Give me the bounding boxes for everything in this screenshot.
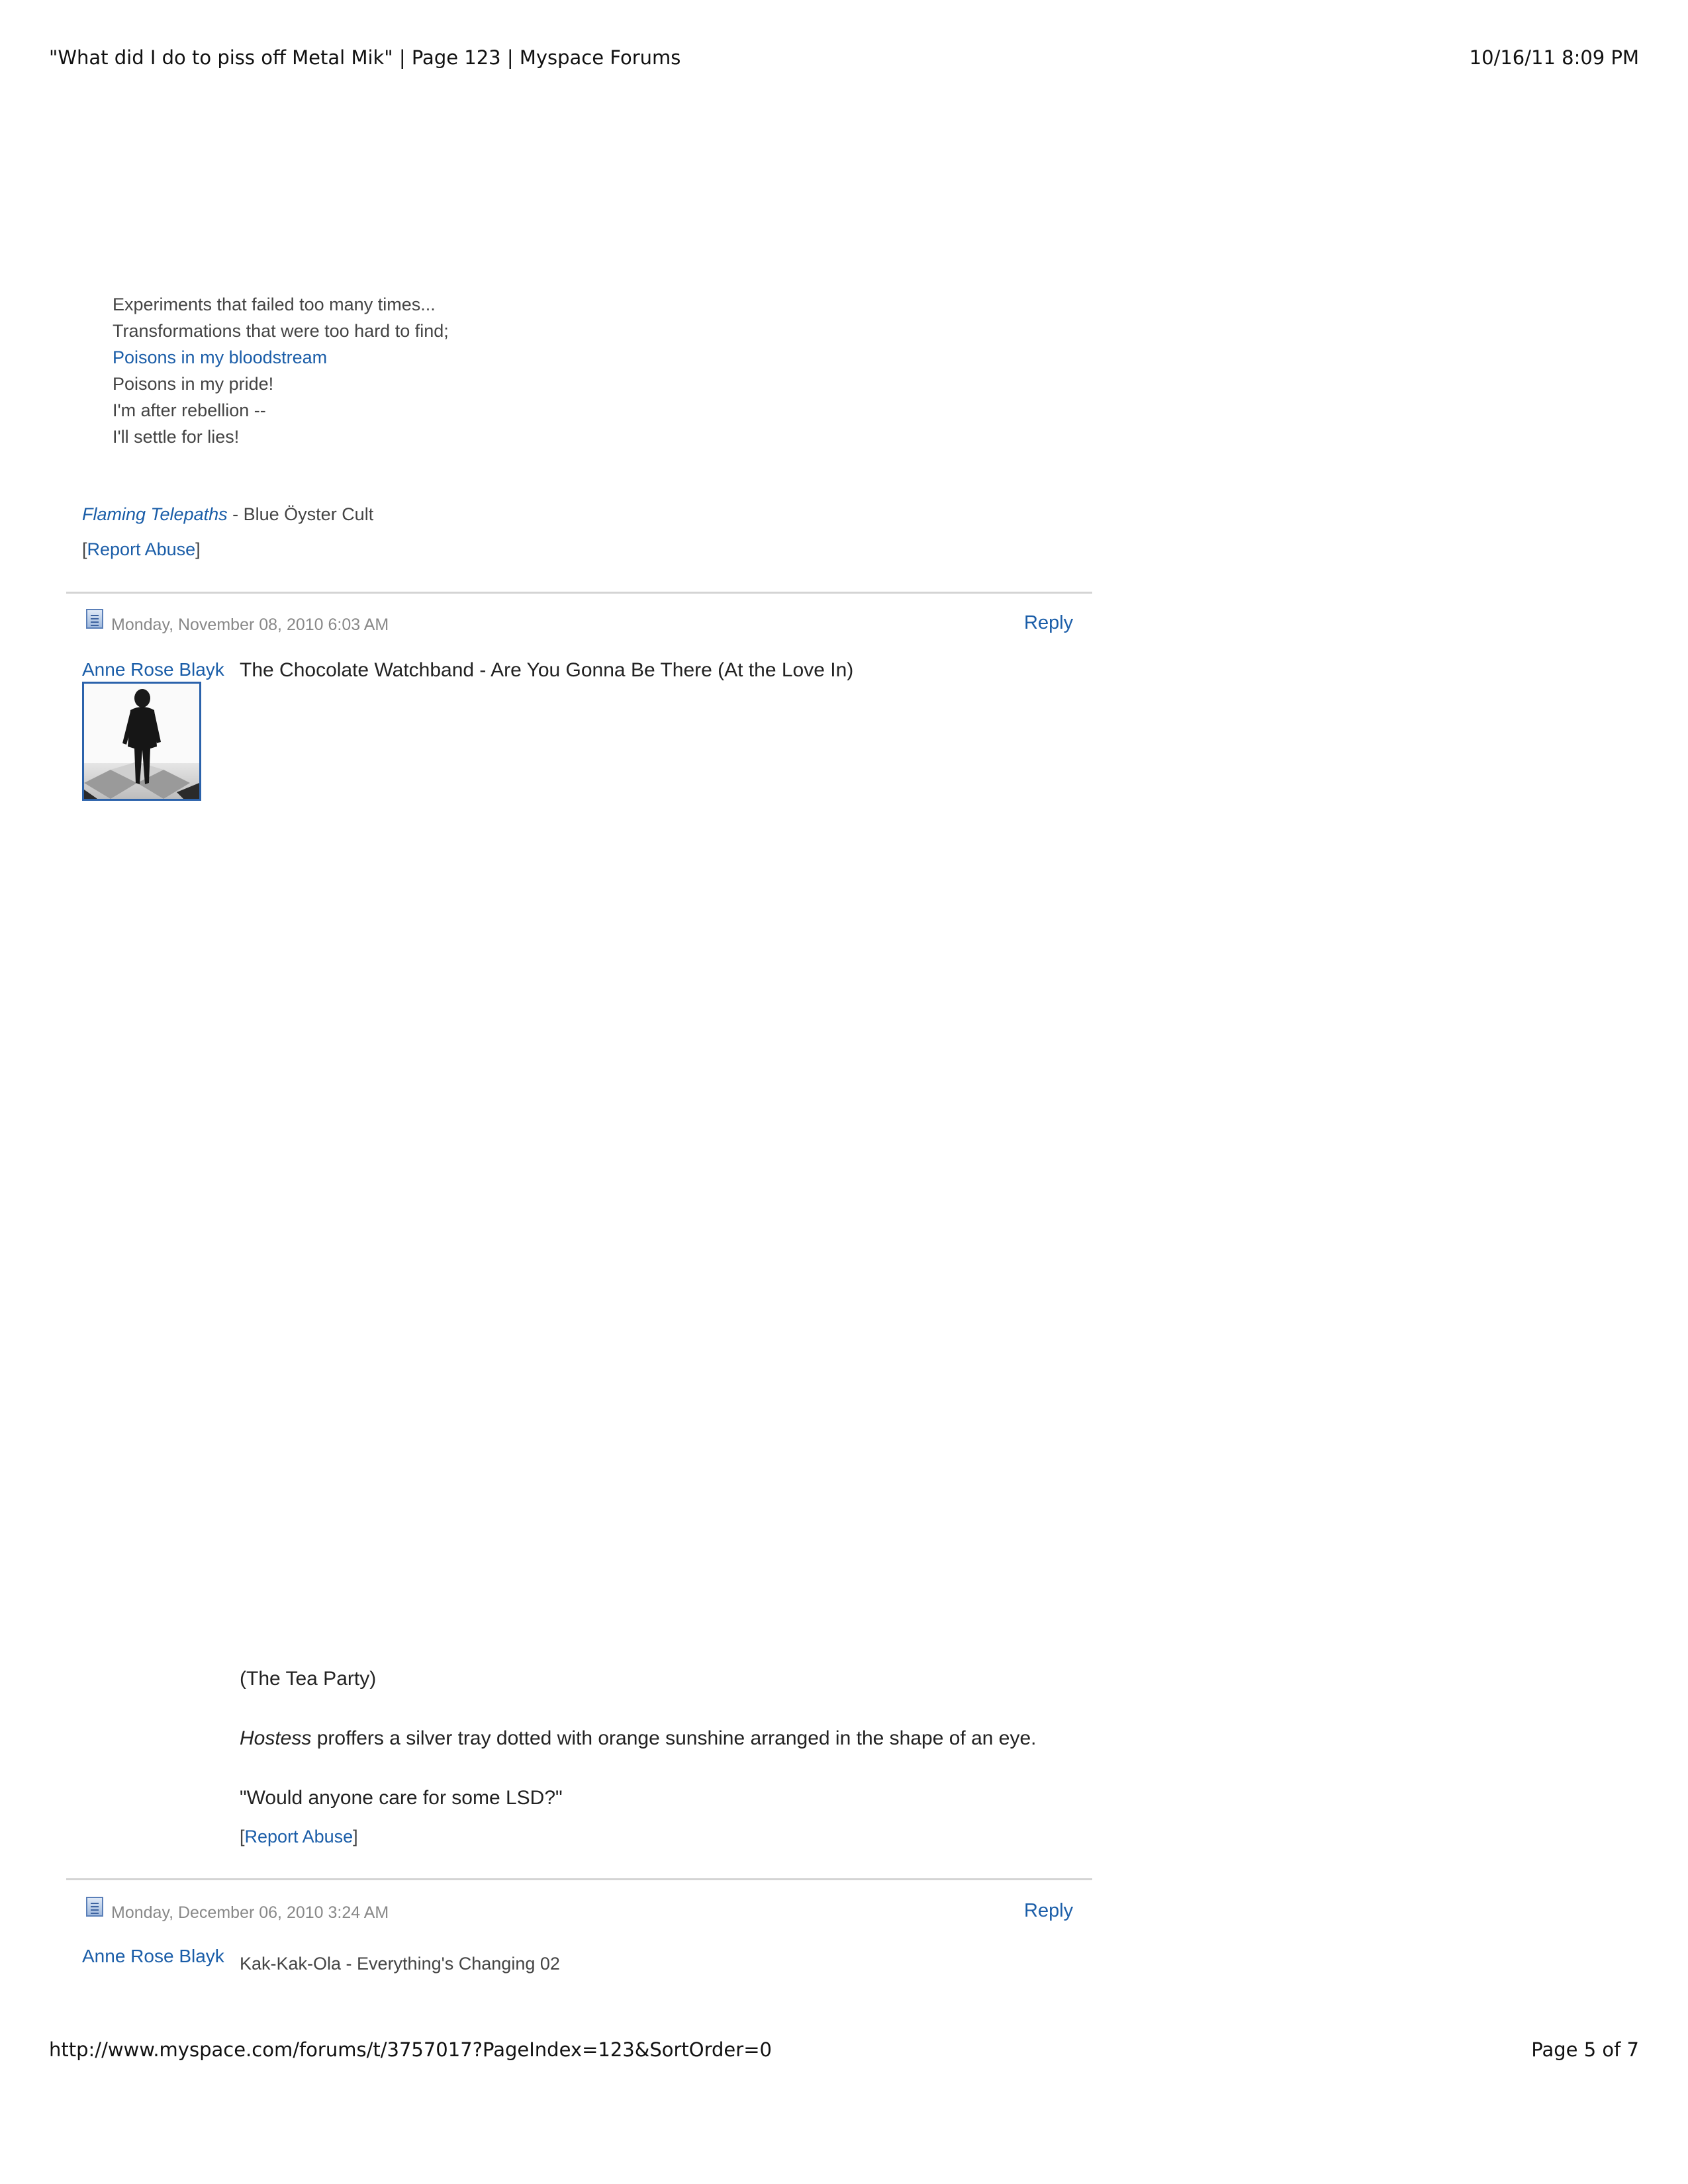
reply-button[interactable]: Reply [1024,612,1073,634]
post-title: Kak-Kak-Ola - Everything's Changing 02 [240,1954,560,1974]
report-abuse-link[interactable]: Report Abuse [245,1827,353,1846]
print-footer-url: http://www.myspace.com/forums/t/3757017?… [49,2038,772,2061]
reply-button[interactable]: Reply [1024,1900,1073,1922]
report-abuse-row: [Report Abuse] [240,1827,358,1846]
print-header-title: "What did I do to piss off Metal Mik" | … [49,46,681,69]
lyric-line: I'm after rebellion -- [113,400,266,420]
print-header-datetime: 10/16/11 8:09 PM [1469,46,1639,69]
song-link[interactable]: Flaming Telepaths [82,504,228,524]
lyric-line: Transformations that were too hard to fi… [113,321,449,341]
song-artist: - Blue Öyster Cult [227,504,374,524]
lyric-line: I'll settle for lies! [113,427,240,447]
report-abuse-row: [Report Abuse] [82,539,201,559]
post-divider [66,592,1092,594]
report-abuse-link[interactable]: Report Abuse [87,539,196,559]
document-icon [86,1897,103,1917]
author-link[interactable]: Anne Rose Blayk [82,659,224,680]
print-footer-page: Page 5 of 7 [1531,2038,1639,2061]
avatar[interactable] [82,682,201,801]
post-emphasis: Hostess [240,1727,312,1749]
avatar-image [84,684,199,799]
post-lyrics: Experiments that failed too many times..… [113,291,449,450]
post-paragraph: "Would anyone care for some LSD?" [240,1787,563,1809]
post-date: Monday, November 08, 2010 6:03 AM [111,615,389,634]
post-divider [66,1878,1092,1880]
post-date: Monday, December 06, 2010 3:24 AM [111,1903,389,1922]
post-paragraph: (The Tea Party) [240,1668,377,1690]
song-credit: Flaming Telepaths - Blue Öyster Cult [82,504,373,525]
document-icon [86,609,103,629]
lyric-line: Experiments that failed too many times..… [113,295,436,314]
author-link[interactable]: Anne Rose Blayk [82,1946,224,1967]
post-title: The Chocolate Watchband - Are You Gonna … [240,659,854,681]
lyric-line: Poisons in my pride! [113,374,274,394]
lyric-link[interactable]: Poisons in my bloodstream [113,347,327,367]
post-paragraph: Hostess proffers a silver tray dotted wi… [240,1727,1037,1749]
